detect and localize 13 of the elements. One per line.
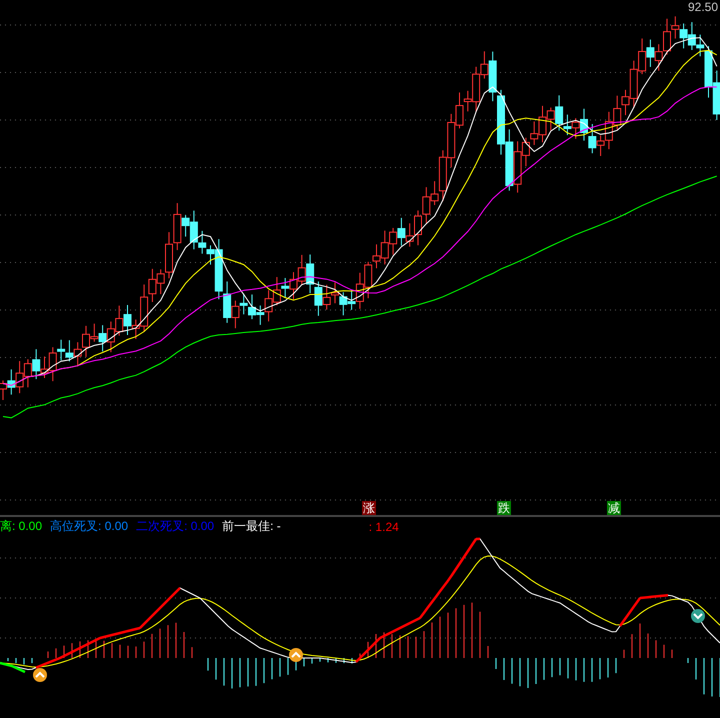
signal-tag: 涨 (362, 501, 376, 515)
indicator-value: 二次死叉: 0.00 (136, 518, 214, 535)
signal-tag: 跌 (497, 501, 511, 515)
price-high-label: 92.50 (688, 0, 718, 14)
indicator-value: 前一最佳: - (222, 518, 281, 535)
indicator-value: : 1.24 (368, 520, 399, 534)
signal-tag: 减 (607, 501, 621, 515)
indicator-value: 高位死叉: 0.00 (50, 518, 128, 535)
up-chevron-icon (33, 668, 47, 682)
falling-segment-line (0, 662, 26, 674)
down-chevron-icon (691, 609, 705, 623)
indicator-value: 离: 0.00 (0, 518, 42, 535)
up-chevron-icon (289, 648, 303, 662)
